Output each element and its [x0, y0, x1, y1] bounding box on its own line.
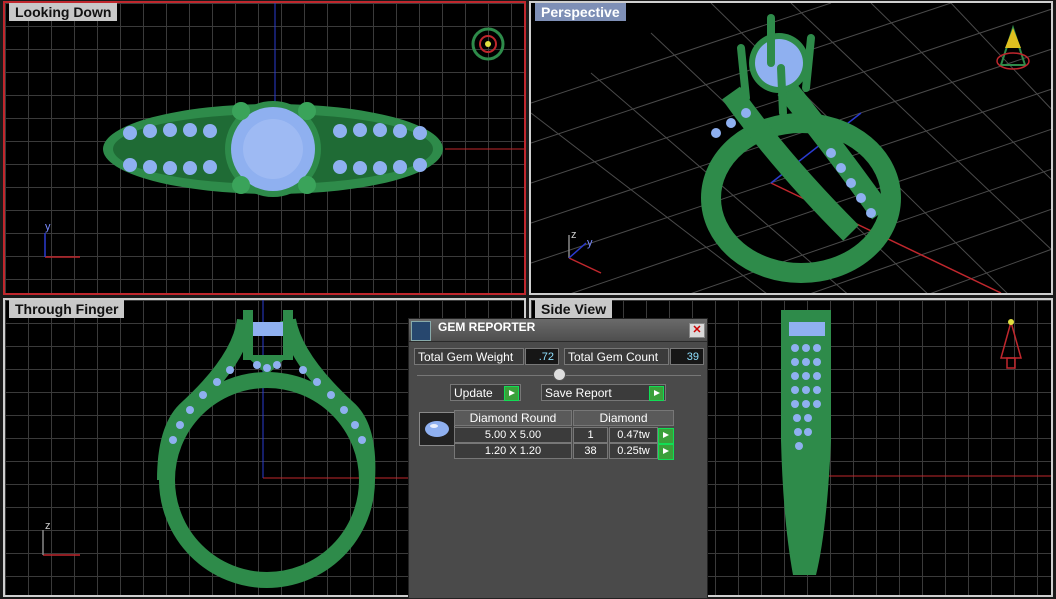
perspective-z-axis-label: z	[571, 229, 577, 241]
arrow-right-icon[interactable]	[658, 444, 674, 460]
perspective-y-axis-label: y	[587, 237, 593, 249]
total-gem-weight-value: .72	[525, 348, 559, 365]
viewport-looking-down[interactable]: y Looking Down	[3, 1, 526, 295]
panel-collapse-knob[interactable]	[553, 368, 566, 381]
table-row-1-weight[interactable]: 0.25tw	[609, 443, 674, 460]
table-row-1-size: 1.20 X 1.20	[454, 443, 572, 459]
table-row-1-count: 38	[573, 443, 608, 459]
viewport-label-looking-down: Looking Down	[9, 3, 118, 21]
table-row-0-count: 1	[573, 427, 608, 443]
viewport-label-through-finger: Through Finger	[9, 300, 125, 318]
viewport-label-side-view: Side View	[535, 300, 613, 318]
table-header-type: Diamond	[573, 410, 674, 426]
gem-reporter-panel: GEM REPORTER ✕ Total Gem Weight .72 Tota…	[408, 318, 708, 599]
through-finger-z-axis-label: z	[45, 520, 51, 532]
update-button[interactable]: Update	[450, 384, 521, 401]
total-gem-count-value: 39	[670, 348, 704, 365]
table-row-0-weight[interactable]: 0.47tw	[609, 427, 674, 444]
gem-reporter-logo-icon	[411, 321, 431, 341]
total-gem-count-label: Total Gem Count	[564, 348, 669, 365]
update-button-label: Update	[454, 386, 493, 400]
arrow-right-icon[interactable]	[658, 428, 674, 444]
save-report-button[interactable]: Save Report	[541, 384, 666, 401]
viewport-perspective[interactable]: z y Perspective	[529, 1, 1053, 295]
table-row-0-weight-value: 0.47tw	[617, 429, 650, 441]
perspective-render	[531, 3, 1051, 293]
looking-down-render	[44, 3, 524, 258]
total-gem-weight-label: Total Gem Weight	[414, 348, 524, 365]
table-row-1-weight-value: 0.25tw	[617, 445, 650, 457]
table-row-0-size: 5.00 X 5.00	[454, 427, 572, 443]
arrow-right-icon	[504, 386, 519, 401]
close-icon[interactable]: ✕	[689, 323, 705, 338]
gem-reporter-titlebar[interactable]: GEM REPORTER ✕	[409, 319, 707, 342]
arrow-right-icon	[649, 386, 664, 401]
viewport-label-perspective: Perspective	[535, 3, 626, 21]
looking-down-y-axis-label: y	[45, 221, 51, 233]
table-header-shape: Diamond Round	[454, 410, 572, 426]
save-report-button-label: Save Report	[545, 386, 612, 400]
gem-icon	[419, 412, 455, 446]
gem-reporter-title: GEM REPORTER	[438, 320, 536, 334]
